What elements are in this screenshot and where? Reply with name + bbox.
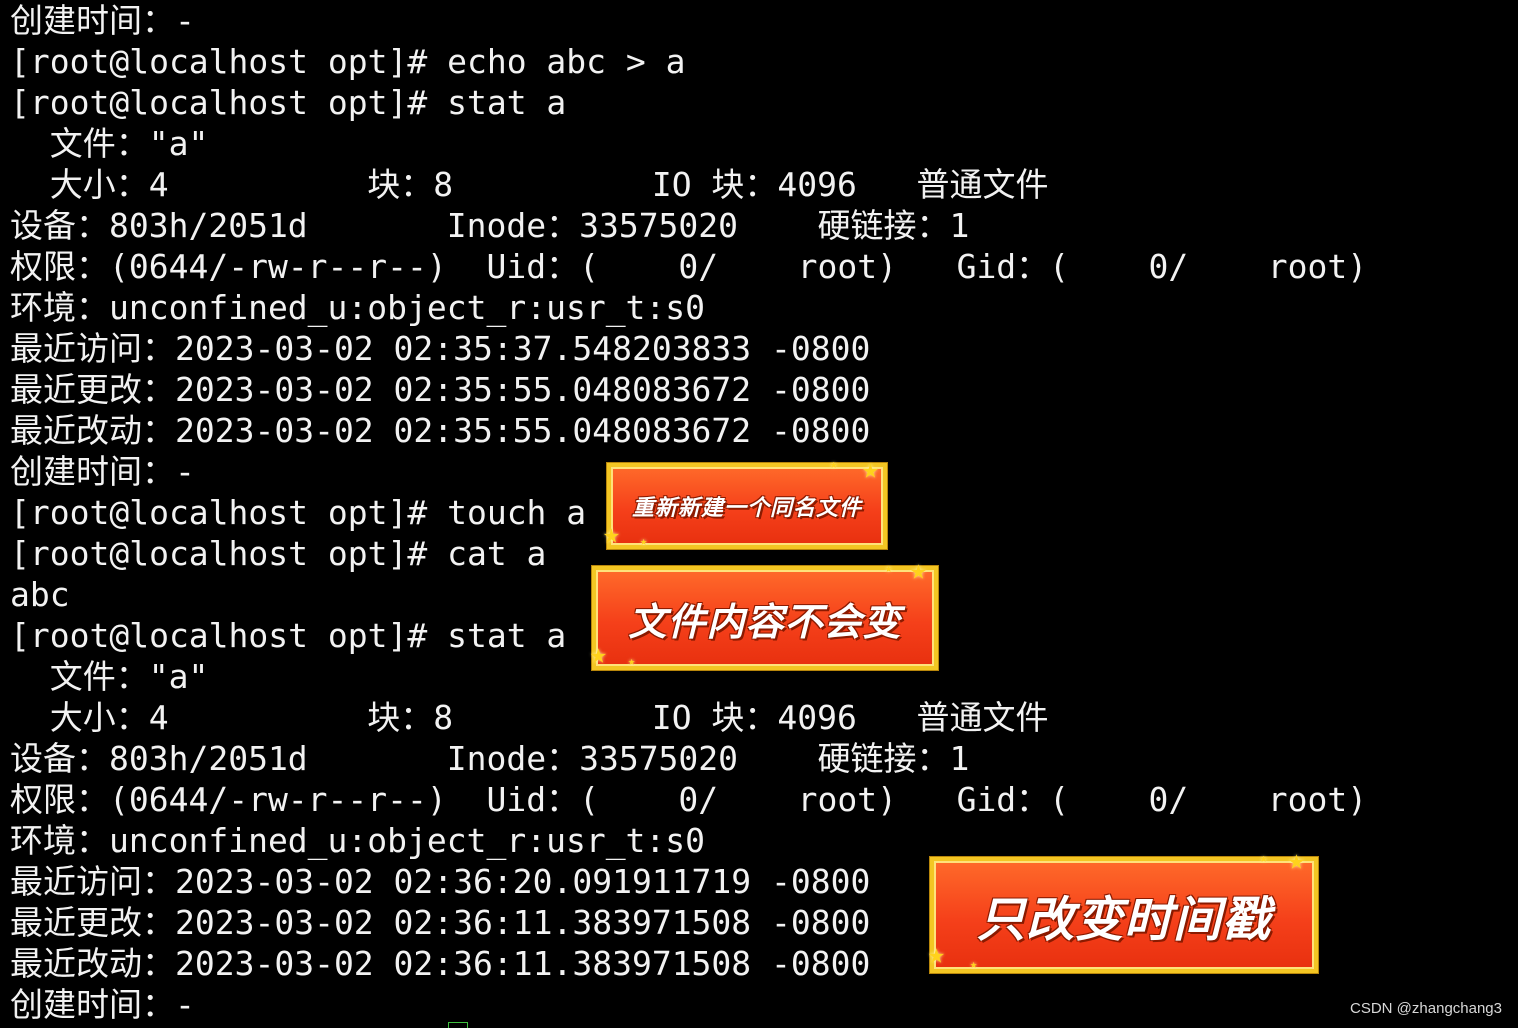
terminal-line: 大小：4 块：8 IO 块：4096 普通文件 (10, 698, 1049, 737)
terminal-line: 最近访问：2023-03-02 02:35:37.548203833 -0800 (10, 329, 871, 368)
terminal-line: 文件："a" (10, 124, 209, 163)
terminal-line: 环境：unconfined_u:object_r:usr_t:s0 (10, 821, 706, 860)
terminal-line: [root@localhost opt]# echo abc > a (10, 42, 686, 81)
star-icon: ★ (603, 517, 620, 550)
watermark: CSDN @zhangchang3 (1350, 1000, 1502, 1017)
star-icon: ★ (970, 957, 978, 971)
terminal-line: 最近访问：2023-03-02 02:36:20.091911719 -0800 (10, 862, 871, 901)
terminal-line: 设备：803h/2051d Inode：33575020 硬链接：1 (10, 739, 970, 778)
star-icon: ★ (885, 561, 893, 575)
star-icon: ★ (628, 654, 636, 668)
terminal-line: 创建时间：- (10, 985, 195, 1024)
terminal-line: 最近更改：2023-03-02 02:36:11.383971508 -0800 (10, 903, 871, 942)
star-icon: ★ (1288, 843, 1305, 876)
terminal-line: 最近更改：2023-03-02 02:35:55.048083672 -0800 (10, 370, 871, 409)
annotation-content-same-label: 文件内容不会变 (628, 599, 902, 644)
terminal-line: abc (10, 575, 70, 614)
terminal-cursor (448, 1022, 468, 1028)
terminal-line: 权限：(0644/-rw-r--r--) Uid：( 0/ root) Gid：… (10, 247, 1368, 286)
star-icon: ★ (1260, 851, 1268, 865)
annotation-timestamp-only: 只改变时间戳 (930, 857, 1318, 973)
star-icon: ★ (928, 937, 945, 970)
star-icon: ★ (640, 534, 648, 548)
star-icon: ★ (830, 457, 838, 471)
terminal-line: 创建时间：- (10, 1, 195, 40)
terminal-line: [root@localhost opt]# stat a (10, 83, 567, 122)
annotation-new-file: 重新新建一个同名文件 (607, 463, 887, 549)
terminal-line: 环境：unconfined_u:object_r:usr_t:s0 (10, 288, 706, 327)
star-icon: ★ (862, 452, 879, 485)
star-icon: ★ (910, 553, 927, 586)
terminal-line: 创建时间：- (10, 452, 195, 491)
annotation-new-file-label: 重新新建一个同名文件 (631, 496, 862, 521)
terminal-line: [root@localhost opt]# cat a (10, 534, 547, 573)
annotation-content-same: 文件内容不会变 (592, 566, 938, 670)
terminal-line: [root@localhost opt]# stat a (10, 616, 567, 655)
terminal-line: [root@localhost opt]# touch a (10, 493, 587, 532)
terminal-line: 设备：803h/2051d Inode：33575020 硬链接：1 (10, 206, 970, 245)
annotation-timestamp-only-label: 只改变时间戳 (976, 892, 1271, 948)
terminal-line: 大小：4 块：8 IO 块：4096 普通文件 (10, 165, 1049, 204)
terminal-line: 权限：(0644/-rw-r--r--) Uid：( 0/ root) Gid：… (10, 780, 1368, 819)
star-icon: ★ (590, 637, 607, 670)
terminal-line: 文件："a" (10, 657, 209, 696)
terminal-line: 最近改动：2023-03-02 02:36:11.383971508 -0800 (10, 944, 871, 983)
terminal-line: 最近改动：2023-03-02 02:35:55.048083672 -0800 (10, 411, 871, 450)
